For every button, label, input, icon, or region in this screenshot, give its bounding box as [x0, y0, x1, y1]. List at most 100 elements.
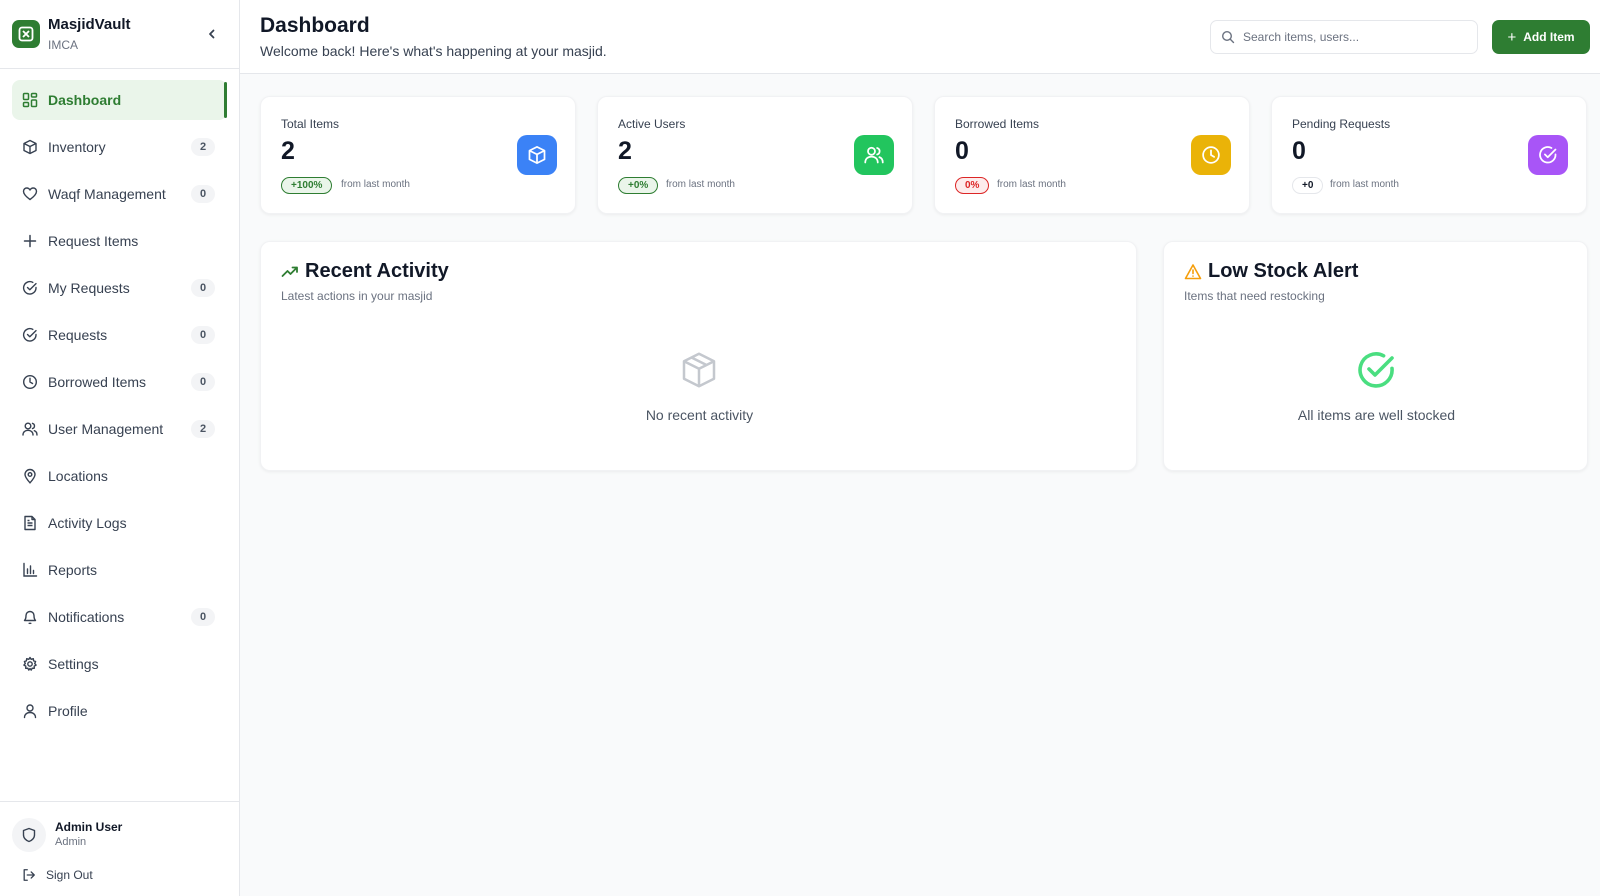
- brand-logo-icon: [12, 20, 40, 48]
- sidebar-item-label: Request Items: [48, 233, 139, 249]
- sidebar-item-users[interactable]: User Management 2: [12, 409, 227, 449]
- check-circle-icon: [1358, 352, 1394, 388]
- shield-icon: [22, 827, 36, 843]
- sidebar-item-settings[interactable]: Settings: [12, 644, 227, 684]
- sidebar-item-locations[interactable]: Locations: [12, 456, 227, 496]
- sidebar-item-request-items[interactable]: Request Items: [12, 221, 227, 261]
- sidebar-item-label: Settings: [48, 656, 99, 672]
- add-item-button[interactable]: + Add Item: [1492, 20, 1590, 54]
- sidebar-item-label: Inventory: [48, 139, 106, 155]
- sidebar: MasjidVault IMCA Dashboard Inventory 2 W…: [0, 0, 240, 896]
- brand-org: IMCA: [48, 38, 78, 52]
- brand-header: MasjidVault IMCA: [0, 0, 239, 69]
- sidebar-item-profile[interactable]: Profile: [12, 691, 227, 731]
- count-badge: 0: [191, 373, 215, 391]
- sidebar-item-notifications[interactable]: Notifications 0: [12, 597, 227, 637]
- sidebar-item-dashboard[interactable]: Dashboard: [12, 80, 227, 120]
- panel-subtitle: Latest actions in your masjid: [281, 289, 433, 303]
- recent-activity-panel: Recent Activity Latest actions in your m…: [260, 241, 1137, 471]
- chevron-left-icon: [209, 29, 215, 39]
- check-circle-icon: [21, 326, 39, 344]
- package-icon: [21, 138, 39, 156]
- clock-icon: [21, 373, 39, 391]
- empty-package-icon: [682, 352, 716, 388]
- stat-card-active-users: Active Users 2 +0% from last month: [597, 96, 913, 214]
- low-stock-panel: Low Stock Alert Items that need restocki…: [1163, 241, 1588, 471]
- brand-name: MasjidVault: [48, 16, 131, 33]
- file-text-icon: [21, 514, 39, 532]
- stat-label: Active Users: [618, 117, 686, 131]
- stat-card-pending-requests: Pending Requests 0 +0 from last month: [1271, 96, 1587, 214]
- sidebar-item-borrowed[interactable]: Borrowed Items 0: [12, 362, 227, 402]
- stat-note: from last month: [1330, 179, 1399, 190]
- stat-label: Total Items: [281, 117, 340, 131]
- panel-header: Low Stock Alert: [1184, 260, 1358, 283]
- top-header: Dashboard Welcome back! Here's what's ha…: [240, 0, 1600, 74]
- gear-icon: [21, 655, 39, 673]
- count-badge: 2: [191, 420, 215, 438]
- count-badge: 0: [191, 608, 215, 626]
- stat-value: 0: [1292, 137, 1306, 165]
- count-badge: 0: [191, 326, 215, 344]
- bell-icon: [21, 608, 39, 626]
- sidebar-item-requests[interactable]: Requests 0: [12, 315, 227, 355]
- sidebar-item-label: Activity Logs: [48, 515, 127, 531]
- users-icon: [21, 420, 39, 438]
- sidebar-item-waqf[interactable]: Waqf Management 0: [12, 174, 227, 214]
- panel-subtitle: Items that need restocking: [1184, 289, 1325, 303]
- sidebar-item-label: Dashboard: [48, 92, 122, 108]
- collapse-sidebar-button[interactable]: [202, 24, 222, 44]
- sidebar-item-label: My Requests: [48, 280, 130, 296]
- sidebar-item-reports[interactable]: Reports: [12, 550, 227, 590]
- empty-state-text: All items are well stocked: [1297, 407, 1456, 423]
- stat-value: 2: [281, 137, 295, 165]
- map-pin-icon: [21, 467, 39, 485]
- stat-change-badge: +0: [1292, 177, 1324, 194]
- stat-change-badge: 0%: [955, 177, 990, 194]
- panel-title: Recent Activity: [305, 260, 449, 282]
- add-item-label: Add Item: [1523, 30, 1575, 44]
- avatar[interactable]: [12, 818, 46, 852]
- stat-card-total-items: Total Items 2 +100% from last month: [260, 96, 576, 214]
- stat-value: 2: [618, 137, 632, 165]
- stat-change-badge: +0%: [618, 177, 659, 194]
- user-icon: [21, 702, 39, 720]
- stat-card-borrowed-items: Borrowed Items 0 0% from last month: [934, 96, 1250, 214]
- sidebar-item-inventory[interactable]: Inventory 2: [12, 127, 227, 167]
- stat-note: from last month: [341, 179, 410, 190]
- check-circle-icon: [21, 279, 39, 297]
- sidebar-item-label: User Management: [48, 421, 164, 437]
- trending-up-icon: [281, 266, 298, 277]
- stat-change-badge: +100%: [281, 177, 333, 194]
- sidebar-item-label: Notifications: [48, 609, 125, 625]
- sign-out-button[interactable]: Sign Out: [22, 866, 93, 884]
- sidebar-item-label: Borrowed Items: [48, 374, 147, 390]
- sidebar-item-my-requests[interactable]: My Requests 0: [12, 268, 227, 308]
- user-name: Admin User: [55, 820, 123, 834]
- users-icon: [854, 135, 894, 175]
- log-out-icon: [23, 869, 35, 881]
- stat-value: 0: [955, 137, 969, 165]
- search-input[interactable]: [1243, 21, 1473, 53]
- sidebar-item-label: Profile: [48, 703, 88, 719]
- count-badge: 0: [191, 279, 215, 297]
- sidebar-item-label: Requests: [48, 327, 108, 343]
- warning-triangle-icon: [1184, 263, 1202, 279]
- clock-icon: [1191, 135, 1231, 175]
- sidebar-item-label: Reports: [48, 562, 98, 578]
- check-circle-icon: [1528, 135, 1568, 175]
- sidebar-nav: Dashboard Inventory 2 Waqf Management 0 …: [0, 80, 239, 738]
- bar-chart-icon: [21, 561, 39, 579]
- empty-state-text: No recent activity: [645, 407, 754, 423]
- sidebar-item-label: Waqf Management: [48, 186, 166, 202]
- panel-header: Recent Activity: [281, 260, 449, 283]
- stat-note: from last month: [666, 179, 735, 190]
- stat-label: Pending Requests: [1292, 117, 1391, 131]
- count-badge: 0: [191, 185, 215, 203]
- page-title: Dashboard: [260, 14, 370, 37]
- sidebar-item-activity-logs[interactable]: Activity Logs: [12, 503, 227, 543]
- page-subtitle: Welcome back! Here's what's happening at…: [260, 43, 607, 59]
- heart-icon: [21, 185, 39, 203]
- stat-label: Borrowed Items: [955, 117, 1040, 131]
- stat-note: from last month: [997, 179, 1066, 190]
